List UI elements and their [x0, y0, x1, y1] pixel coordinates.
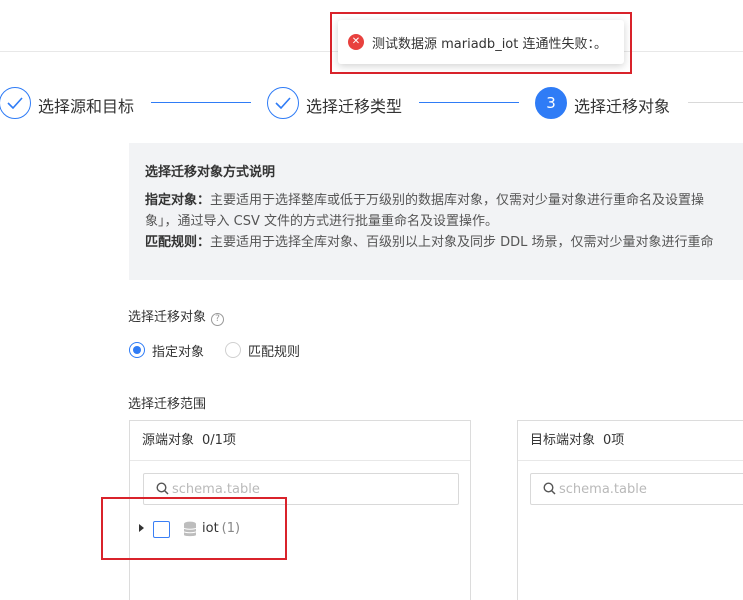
target-search-input[interactable]: [559, 474, 743, 504]
step-1-label: 选择源和目标: [38, 97, 135, 116]
step-3-indicator: 3: [535, 87, 567, 119]
select-object-label: 选择迁移对象?: [128, 306, 225, 326]
source-panel-header: 源端对象 0/1项: [130, 421, 470, 461]
step-connector-2: [419, 102, 519, 103]
radio-specify-object[interactable]: [129, 342, 145, 358]
step-connector-3: [688, 102, 743, 103]
error-toast-message: 测试数据源 mariadb_iot 连通性失败：。: [372, 36, 607, 52]
search-icon: [156, 482, 169, 495]
description-term-specify: 指定对象：: [145, 193, 211, 208]
description-text-1: 主要适用于选择整库或低于万级别的数据库对象，仅需对少量对象进行重命名及设置操: [210, 193, 705, 208]
target-panel-header: 目标端对象 0项: [518, 421, 743, 461]
step-1-check-icon: [0, 87, 31, 119]
radio-specify-object-label[interactable]: 指定对象: [152, 341, 204, 360]
method-description-box: 选择迁移对象方式说明 指定对象：主要适用于选择整库或低于万级别的数据库对象，仅需…: [129, 143, 743, 280]
help-icon[interactable]: ?: [211, 313, 225, 326]
target-panel-count: 0项: [603, 433, 625, 448]
step-connector-1: [151, 102, 251, 103]
target-search-field[interactable]: [530, 473, 743, 505]
source-panel-title: 源端对象: [142, 433, 195, 448]
error-toast-highlight: ✕ 测试数据源 mariadb_iot 连通性失败：。: [330, 12, 632, 74]
error-circle-icon: ✕: [348, 34, 364, 50]
radio-match-rule-label[interactable]: 匹配规则: [248, 341, 300, 360]
description-line-3: 匹配规则：主要适用于选择全库对象、百级别以上对象及同步 DDL 场景，仅需对少量…: [145, 232, 743, 253]
radio-match-rule[interactable]: [225, 342, 241, 358]
step-2-label: 选择迁移类型: [306, 97, 403, 116]
step-2-check-icon: [267, 87, 299, 119]
target-objects-panel: 目标端对象 0项: [517, 420, 743, 600]
description-term-rule: 匹配规则：: [145, 235, 211, 250]
highlight-box-tree: [101, 497, 287, 560]
description-title: 选择迁移对象方式说明: [145, 165, 276, 180]
description-line-1: 指定对象：主要适用于选择整库或低于万级别的数据库对象，仅需对少量对象进行重命名及…: [145, 190, 743, 211]
scope-label: 选择迁移范围: [128, 397, 207, 412]
step-3-label: 选择迁移对象: [574, 97, 671, 116]
description-text-3: 主要适用于选择全库对象、百级别以上对象及同步 DDL 场景，仅需对少量对象进行重…: [210, 235, 714, 250]
select-object-label-text: 选择迁移对象: [128, 310, 207, 325]
search-icon: [543, 482, 556, 495]
target-panel-title: 目标端对象: [530, 433, 596, 448]
description-line-2: 象」，通过导入 CSV 文件的方式进行批量重命名及设置操作。: [145, 214, 498, 229]
source-panel-count: 0/1项: [202, 433, 236, 448]
error-toast: ✕ 测试数据源 mariadb_iot 连通性失败：。: [338, 20, 624, 64]
